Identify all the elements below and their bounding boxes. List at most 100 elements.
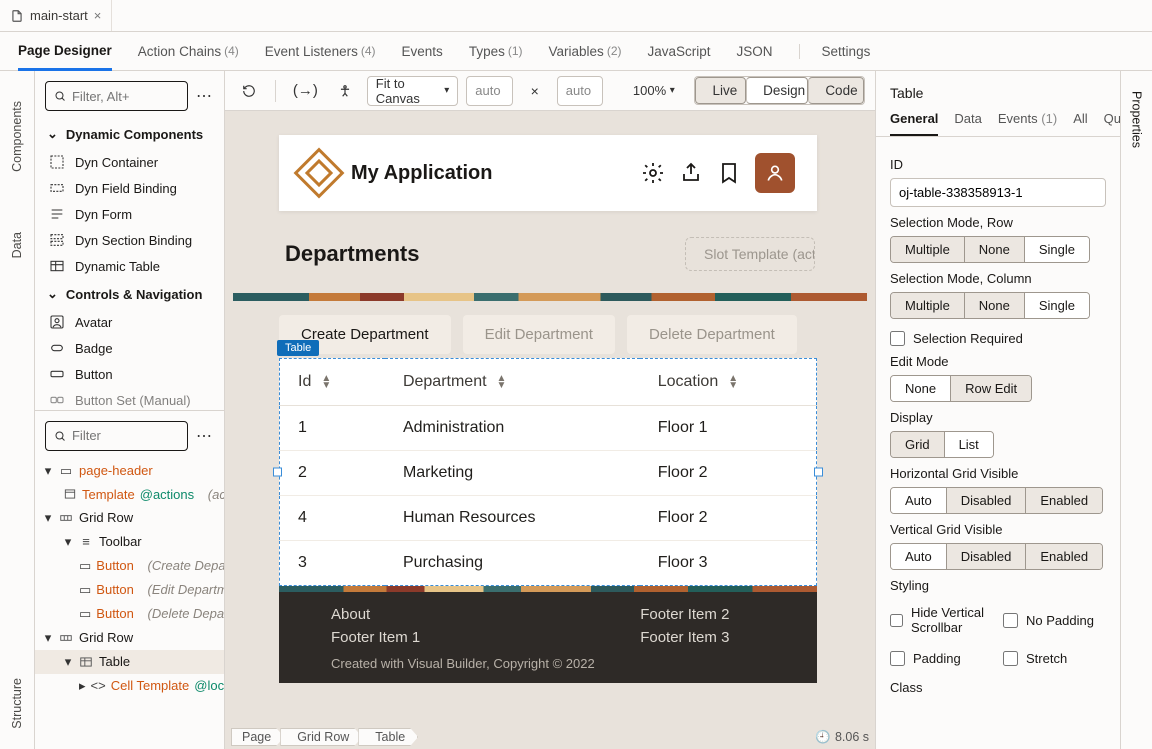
footer-link[interactable]: Footer Item 3 — [640, 629, 729, 646]
tab-variables[interactable]: Variables(2) — [549, 44, 622, 59]
props-tab-quickstart[interactable]: Quick S — [1104, 111, 1120, 136]
item-dyn-section-binding[interactable]: Dyn Section Binding — [35, 227, 224, 253]
tab-types[interactable]: Types(1) — [469, 44, 523, 59]
chk-no-padding[interactable]: No Padding — [1003, 605, 1106, 635]
node-cell-template[interactable]: ▸<>Cell Template@location — [35, 674, 224, 698]
opt-list[interactable]: List — [944, 432, 993, 457]
opt-multiple[interactable]: Multiple — [891, 237, 964, 262]
item-dynamic-table[interactable]: Dynamic Table — [35, 253, 224, 279]
item-button[interactable]: Button — [35, 361, 224, 387]
tab-javascript[interactable]: JavaScript — [648, 44, 711, 59]
chk-hide-vscroll[interactable]: Hide Vertical Scrollbar — [890, 605, 993, 635]
structure-more-menu[interactable]: ⋯ — [196, 426, 214, 446]
file-tab-main-start[interactable]: main-start × — [0, 0, 112, 31]
item-badge[interactable]: Badge — [35, 335, 224, 361]
node-grid-row-1[interactable]: ▾Grid Row — [35, 506, 224, 530]
table-row[interactable]: 4Human ResourcesFloor 2 — [280, 496, 817, 541]
table-row[interactable]: 1AdministrationFloor 1 — [280, 406, 817, 451]
opt-auto[interactable]: Auto — [891, 544, 946, 569]
item-button-set[interactable]: Button Set (Manual) — [35, 387, 224, 411]
rail-properties[interactable]: Properties — [1130, 91, 1144, 148]
components-filter[interactable] — [45, 81, 188, 111]
opt-disabled[interactable]: Disabled — [946, 488, 1026, 513]
size-lock-button[interactable]: × — [521, 77, 549, 105]
rail-data[interactable]: Data — [10, 232, 24, 258]
col-id[interactable]: Id▲▼ — [280, 359, 385, 406]
bc-table[interactable]: Table — [358, 728, 418, 746]
tab-event-listeners[interactable]: Event Listeners(4) — [265, 44, 376, 59]
node-table[interactable]: ▾Table — [35, 650, 224, 674]
mode-live[interactable]: Live — [695, 77, 746, 104]
zoom-select[interactable]: 100% ▾ — [629, 77, 678, 105]
opt-single[interactable]: Single — [1024, 237, 1089, 262]
node-btn-delete[interactable]: ▭Button (Delete Department) — [35, 602, 224, 626]
props-tab-events[interactable]: Events (1) — [998, 111, 1057, 136]
props-tab-all[interactable]: All — [1073, 111, 1087, 136]
node-toolbar[interactable]: ▾≡Toolbar — [35, 530, 224, 554]
col-department[interactable]: Department▲▼ — [385, 359, 640, 406]
resize-handle-right[interactable] — [814, 468, 823, 477]
node-template-actions[interactable]: Template@actions (actions) — [35, 483, 224, 506]
tab-json[interactable]: JSON — [737, 44, 773, 59]
slot-actions-placeholder[interactable]: Slot Template (actions) — [685, 237, 815, 271]
mode-code[interactable]: Code — [808, 77, 864, 104]
props-tab-general[interactable]: General — [890, 111, 938, 137]
canvas-height-input[interactable]: auto — [557, 76, 604, 106]
chk-selection-required[interactable]: Selection Required — [890, 331, 1106, 346]
reload-button[interactable] — [235, 77, 263, 105]
tab-page-designer[interactable]: Page Designer — [18, 43, 112, 71]
user-avatar[interactable] — [755, 153, 795, 193]
opt-enabled[interactable]: Enabled — [1025, 544, 1102, 569]
delete-department-button[interactable]: Delete Department — [627, 315, 797, 354]
item-dyn-form[interactable]: Dyn Form — [35, 201, 224, 227]
mode-design[interactable]: Design — [746, 77, 808, 104]
components-more-menu[interactable]: ⋯ — [196, 86, 214, 106]
table-row[interactable]: 3PurchasingFloor 3 — [280, 541, 817, 586]
canvas-width-input[interactable]: auto — [466, 76, 513, 106]
node-btn-create[interactable]: ▭Button (Create Department) — [35, 554, 224, 578]
opt-none[interactable]: None — [964, 237, 1024, 262]
col-location[interactable]: Location▲▼ — [640, 359, 817, 406]
opt-none[interactable]: None — [964, 293, 1024, 318]
footer-link[interactable]: Footer Item 2 — [640, 606, 729, 623]
structure-filter[interactable] — [45, 421, 188, 451]
opt-multiple[interactable]: Multiple — [891, 293, 964, 318]
item-dyn-field-binding[interactable]: Dyn Field Binding — [35, 175, 224, 201]
opt-disabled[interactable]: Disabled — [946, 544, 1026, 569]
item-avatar[interactable]: Avatar — [35, 309, 224, 335]
opt-none[interactable]: None — [891, 376, 950, 401]
input-id[interactable] — [890, 178, 1106, 207]
props-tab-data[interactable]: Data — [954, 111, 981, 136]
opt-auto[interactable]: Auto — [891, 488, 946, 513]
node-grid-row-2[interactable]: ▾Grid Row — [35, 626, 224, 650]
components-filter-input[interactable] — [72, 89, 179, 104]
resize-handle-left[interactable] — [273, 468, 282, 477]
chk-padding[interactable]: Padding — [890, 651, 993, 666]
opt-enabled[interactable]: Enabled — [1025, 488, 1102, 513]
node-page-header[interactable]: ▾▭page-header — [35, 459, 224, 483]
item-dyn-container[interactable]: Dyn Container — [35, 149, 224, 175]
footer-link[interactable]: About — [331, 606, 420, 623]
share-icon[interactable] — [679, 161, 703, 185]
footer-link[interactable]: Footer Item 1 — [331, 629, 420, 646]
bookmark-icon[interactable] — [717, 161, 741, 185]
fit-select[interactable]: Fit to Canvas▾ — [367, 76, 458, 106]
gear-icon[interactable] — [641, 161, 665, 185]
edit-department-button[interactable]: Edit Department — [463, 315, 615, 354]
table-row[interactable]: 2MarketingFloor 2 — [280, 451, 817, 496]
tab-action-chains[interactable]: Action Chains(4) — [138, 44, 239, 59]
opt-row-edit[interactable]: Row Edit — [950, 376, 1031, 401]
accessibility-button[interactable] — [331, 77, 359, 105]
structure-filter-input[interactable] — [72, 428, 179, 443]
opt-single[interactable]: Single — [1024, 293, 1089, 318]
table-component[interactable]: Table Id▲▼ Department▲▼ Location▲▼ 1Admi… — [279, 358, 817, 586]
bc-page[interactable]: Page — [231, 728, 284, 746]
group-dynamic-components[interactable]: ⌄ Dynamic Components — [35, 119, 224, 149]
width-mode-button[interactable]: (→) — [288, 77, 323, 105]
rail-structure[interactable]: Structure — [10, 678, 24, 729]
group-controls-navigation[interactable]: ⌄ Controls & Navigation — [35, 279, 224, 309]
close-icon[interactable]: × — [94, 8, 102, 23]
opt-grid[interactable]: Grid — [891, 432, 944, 457]
chk-stretch[interactable]: Stretch — [1003, 651, 1106, 666]
tab-settings[interactable]: Settings — [799, 44, 871, 59]
